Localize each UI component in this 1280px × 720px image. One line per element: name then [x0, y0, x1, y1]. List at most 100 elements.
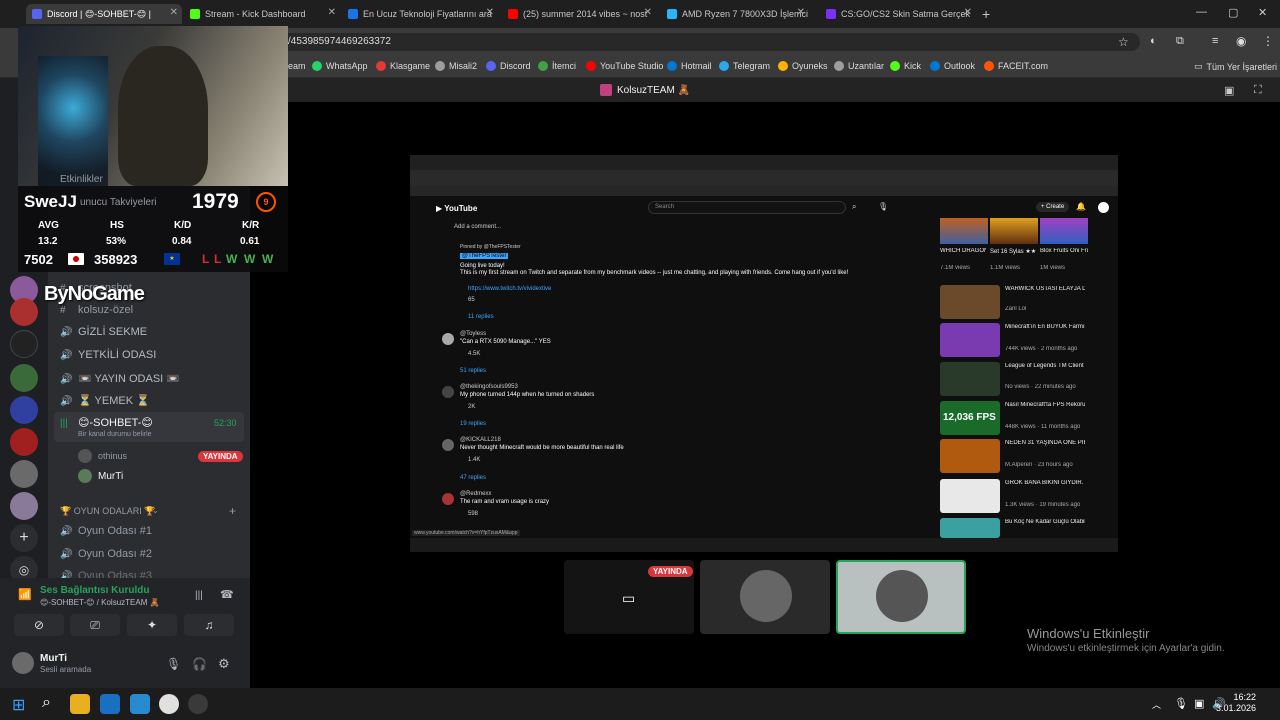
close-tab-icon[interactable]: ✕: [644, 7, 652, 18]
bookmark-misali2[interactable]: Misali2: [435, 61, 477, 71]
search-icon[interactable]: ⌕: [852, 202, 856, 212]
server-icon[interactable]: [10, 460, 38, 488]
system-clock[interactable]: 16:22 3.01.2026: [1216, 692, 1256, 714]
video-thumbnail[interactable]: [990, 218, 1038, 244]
bookmark-faceit[interactable]: FACEIT.com: [984, 61, 1048, 71]
server-icon[interactable]: [10, 330, 38, 358]
url-input[interactable]: /453985974469263372: [280, 33, 1140, 51]
bookmark-discord[interactable]: Discord: [486, 61, 531, 71]
channel-yayin-odasi[interactable]: 🔊 📼 YAYIN ODASI 📼: [60, 372, 180, 385]
tab-discord[interactable]: Discord | 😊-SOHBET-😊 | ✕: [26, 4, 182, 24]
video-thumbnail[interactable]: [940, 518, 1000, 538]
voice-location[interactable]: 😊-SOHBET-😊 / KolsuzTEAM 🧸: [40, 598, 160, 607]
replies-toggle[interactable]: 51 replies: [460, 368, 486, 374]
video-title[interactable]: Blox Fruits Oni Fruit | ...: [1040, 248, 1088, 254]
video-title[interactable]: League of Legends TM Client 2019 10 28 1…: [1005, 363, 1085, 369]
video-title[interactable]: WHICH DRAGON ...: [940, 248, 986, 254]
close-window-icon[interactable]: ✕: [1258, 6, 1267, 19]
headphones-icon[interactable]: 🎧: [192, 657, 207, 671]
microphone-icon[interactable]: 🎙: [166, 657, 181, 671]
mic-icon[interactable]: 🎙: [878, 202, 888, 211]
channel-sohbet[interactable]: ||| 😊-SOHBET-😊: [60, 416, 153, 429]
youtube-search-input[interactable]: Search: [648, 201, 846, 214]
network-icon[interactable]: ▣: [1194, 697, 1204, 710]
bookmark-whatsapp[interactable]: WhatsApp: [312, 61, 368, 71]
close-tab-icon[interactable]: ✕: [964, 7, 972, 18]
bookmark-hotmail[interactable]: Hotmail: [667, 61, 712, 71]
file-explorer-icon[interactable]: [70, 694, 90, 714]
comment-author[interactable]: @Toyless: [460, 331, 486, 337]
server-icon[interactable]: [10, 396, 38, 424]
channel-oyun-odasi-2[interactable]: 🔊 Oyun Odası #2: [60, 548, 152, 560]
tab-csgo-skin[interactable]: CS:GO/CS2 Skin Satma Gerçek ✕: [826, 4, 976, 24]
comment-link[interactable]: https://www.twitch.tv/vividextive: [468, 286, 551, 292]
close-tab-icon[interactable]: ✕: [486, 7, 494, 18]
bookmark-outlook[interactable]: Outlook: [930, 61, 975, 71]
voice-user-name[interactable]: MurTi: [98, 471, 123, 482]
account-avatar[interactable]: [1098, 202, 1109, 213]
video-title[interactable]: Set 16 Sylas ★★★ ...: [990, 248, 1036, 255]
replies-toggle[interactable]: 47 replies: [460, 475, 486, 481]
channel-yemek[interactable]: 🔊 ⏳ YEMEK ⏳: [60, 394, 150, 407]
comment-author[interactable]: @Redmexx: [460, 491, 491, 497]
store-icon[interactable]: [130, 694, 150, 714]
add-server-icon[interactable]: +: [10, 524, 38, 552]
video-thumbnail[interactable]: [940, 439, 1000, 473]
chrome-icon[interactable]: [159, 694, 179, 714]
bookmark-telegram[interactable]: Telegram: [719, 61, 770, 71]
youtube-logo[interactable]: ▶ YouTube: [436, 204, 477, 213]
chevron-down-icon[interactable]: ⌄: [152, 506, 159, 515]
disconnect-icon[interactable]: ☎: [220, 588, 234, 601]
participant-tile-speaking[interactable]: [836, 560, 966, 634]
participant-tile[interactable]: [700, 560, 830, 634]
puzzle-icon[interactable]: ⧉: [1176, 35, 1184, 48]
all-bookmarks-folder[interactable]: ▭ Tüm Yer İşaretleri: [1194, 61, 1277, 72]
outlook-icon[interactable]: [100, 694, 120, 714]
menu-icon[interactable]: ⋮: [1262, 34, 1274, 48]
video-title[interactable]: GROK BANA BİKİNİ GİYDİR. (rezillik): [1005, 480, 1085, 486]
tab-kick-dashboard[interactable]: Stream - Kick Dashboard ✕: [190, 4, 340, 24]
popout-icon[interactable]: ▣: [1224, 84, 1234, 97]
comment-author[interactable]: @TheFPSTester: [460, 253, 509, 259]
channel-oyun-odasi-1[interactable]: 🔊 Oyun Odası #1: [60, 525, 152, 537]
bookmark-itemci[interactable]: İtemci: [538, 61, 576, 71]
bookmark-item[interactable]: eam: [288, 61, 306, 71]
video-thumbnail[interactable]: [1040, 218, 1088, 244]
bookmark-star-icon[interactable]: ☆: [1118, 35, 1129, 49]
tab-amd-ryzen[interactable]: AMD Ryzen 7 7800X3D İşlemci ✕: [667, 4, 809, 24]
start-icon[interactable]: ⊞: [12, 695, 25, 715]
bookmark-klasgame[interactable]: Klasgame: [376, 61, 430, 71]
video-title[interactable]: Nasıl Minecraft'ta FPS Rekorumu Kırdım? …: [1005, 402, 1085, 408]
screen-share-icon[interactable]: ⎚: [70, 614, 120, 636]
server-icon[interactable]: [10, 298, 38, 326]
bookmark-oyuneks[interactable]: Oyuneks: [778, 61, 828, 71]
user-avatar[interactable]: [12, 652, 34, 674]
server-icon[interactable]: [10, 492, 38, 520]
activities-icon[interactable]: ✦: [127, 614, 177, 636]
video-title[interactable]: WARWICK USTASI ELAYJA DÜŞÜK ELODA KIŞKIR…: [1005, 286, 1085, 292]
close-tab-icon[interactable]: ✕: [170, 7, 178, 18]
maximize-icon[interactable]: ▢: [1228, 6, 1238, 19]
channel-status[interactable]: Bir kanal durumu belirle: [78, 431, 152, 438]
comment-author[interactable]: @KICKALL218: [460, 437, 501, 443]
camera-off-icon[interactable]: ⊘: [14, 614, 64, 636]
channel-yetkili-odasi[interactable]: 🔊 YETKİLİ ODASI: [60, 349, 156, 361]
noise-suppression-icon[interactable]: |||: [195, 590, 203, 601]
extension-icon[interactable]: ◐: [1150, 35, 1157, 47]
tray-chevron-icon[interactable]: ︿: [1152, 698, 1161, 711]
tab-price-search[interactable]: En Ucuz Teknoloji Fiyatlarını ara ✕: [348, 4, 498, 24]
signal-icon[interactable]: 📶: [18, 588, 32, 601]
close-tab-icon[interactable]: ✕: [328, 7, 336, 18]
tab-youtube-summer[interactable]: (25) summer 2014 vibes ~ nost ✕: [508, 4, 656, 24]
bookmark-kick[interactable]: Kick: [890, 61, 921, 71]
replies-toggle[interactable]: 11 replies: [468, 314, 494, 320]
replies-toggle[interactable]: 19 replies: [460, 421, 486, 427]
soundboard-icon[interactable]: ♫: [184, 614, 234, 636]
bell-icon[interactable]: 🔔: [1076, 202, 1086, 211]
close-tab-icon[interactable]: ✕: [797, 7, 805, 18]
stream-thumbnail[interactable]: YAYINDA ▭: [564, 560, 694, 634]
minimize-icon[interactable]: —: [1196, 6, 1207, 18]
video-thumbnail[interactable]: [940, 218, 988, 244]
create-button[interactable]: + Create: [1036, 202, 1070, 212]
category-header[interactable]: 🏆 OYUN ODALARI 🏆: [60, 506, 155, 517]
